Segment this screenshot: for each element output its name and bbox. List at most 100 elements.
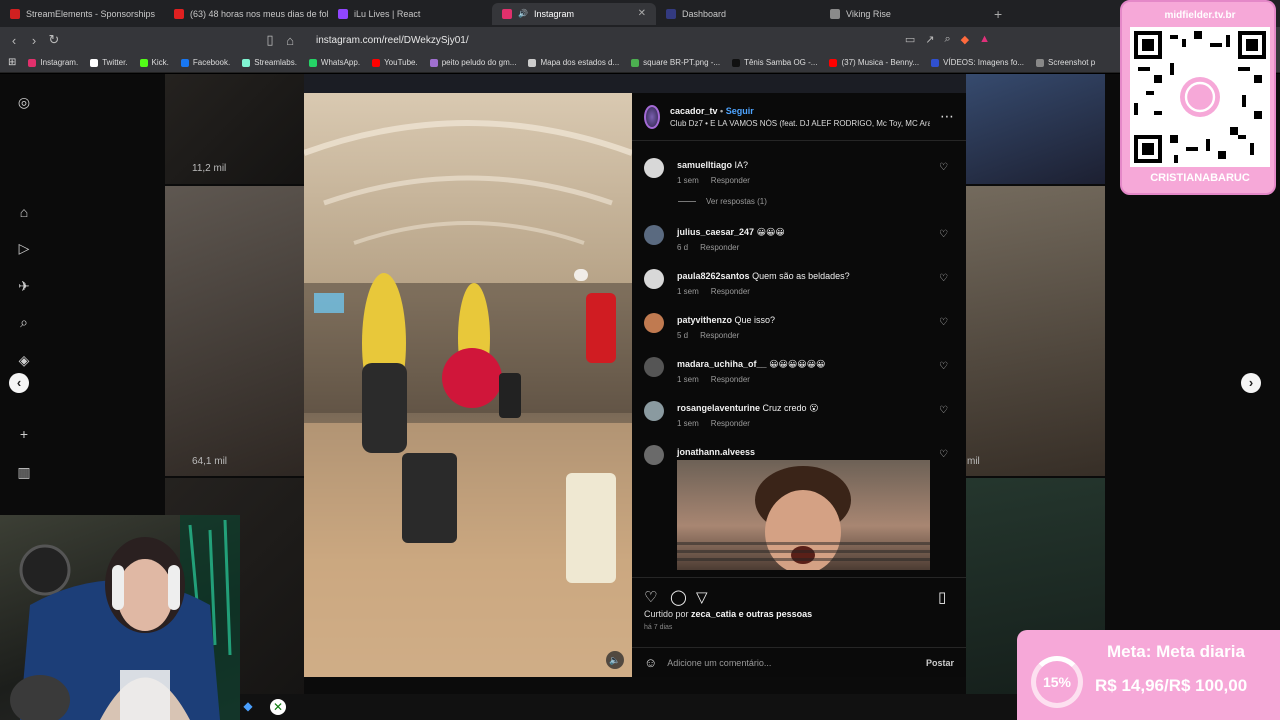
save-icon[interactable]: ▯ (938, 588, 946, 606)
browser-tab[interactable]: iLu Lives | React (328, 3, 492, 25)
share-icon[interactable]: ▽ (696, 588, 708, 606)
dashboard-icon[interactable]: ▥ (16, 464, 32, 480)
reel-video[interactable] (304, 93, 632, 677)
instagram-logo-icon[interactable]: ◎ (16, 94, 32, 110)
tab-title: Dashboard (682, 8, 727, 19)
next-reel-button[interactable]: › (1241, 373, 1261, 393)
explore-icon[interactable]: ◈ (16, 352, 32, 368)
like-icon[interactable]: ♡ (644, 588, 657, 606)
reel-view-count: 64,1 mil (192, 456, 228, 467)
new-tab-button[interactable]: + (984, 6, 1012, 22)
post-comment-button[interactable]: Postar (926, 658, 954, 668)
comment-username[interactable]: julius_caesar_247 (677, 227, 754, 237)
reply-button[interactable]: Responder (711, 375, 750, 384)
comment-username[interactable]: samuelltiago (677, 160, 732, 170)
url-field[interactable]: instagram.com/reel/DWekzySjy01/ (316, 35, 469, 46)
comment-text: 😀😀😀😀😀😀 (769, 359, 826, 369)
comment-username[interactable]: paula8262santos (677, 271, 750, 281)
reply-button[interactable]: Responder (700, 243, 739, 252)
like-comment-icon[interactable]: ♡ (939, 361, 948, 372)
messages-icon[interactable]: ✈ (16, 278, 32, 294)
reload-icon[interactable]: ↻ (44, 32, 64, 48)
browser-tab[interactable]: StreamElements - Sponsorships (0, 3, 164, 25)
comment-input[interactable]: Adicione um comentário... (667, 658, 771, 668)
avatar[interactable] (644, 445, 664, 465)
browser-tab[interactable]: Dashboard (656, 3, 820, 25)
search-icon[interactable]: ⌕ (16, 314, 32, 330)
liked-by-others[interactable]: e outras pessoas (739, 609, 813, 619)
avatar[interactable] (644, 269, 664, 289)
bookmark-item[interactable]: (37) Musica - Benny... (829, 58, 919, 67)
browser-tab[interactable]: (63) 48 horas nos meus dias de folga (164, 3, 328, 25)
bookmark-item[interactable]: square BR-PT.png -... (631, 58, 720, 67)
rewards-icon[interactable]: ▲ (979, 33, 990, 46)
reels-icon[interactable]: ▷ (16, 240, 32, 256)
tab-title: (63) 48 horas nos meus dias de folga (190, 8, 328, 19)
back-icon[interactable]: ‹ (4, 33, 24, 48)
site-info-icon[interactable]: ⌂ (280, 33, 300, 48)
bookmark-item[interactable]: Tênis Samba OG -... (732, 58, 817, 67)
cast-icon[interactable]: ▭ (905, 33, 915, 46)
browser-tab[interactable]: Viking Rise (820, 3, 984, 25)
more-options-icon[interactable]: ⋯ (940, 108, 954, 125)
xbox-icon[interactable]: ✕ (270, 699, 286, 715)
goal-value: R$ 14,96/R$ 100,00 (1095, 676, 1248, 695)
bookmark-item[interactable]: Streamlabs. (242, 58, 297, 67)
like-comment-icon[interactable]: ♡ (939, 162, 948, 173)
reply-button[interactable]: Responder (711, 419, 750, 428)
comment-username[interactable]: rosangelaventurine (677, 403, 760, 413)
create-icon[interactable]: + (16, 426, 32, 442)
comment-icon[interactable]: ◯ (670, 588, 687, 606)
bookmark-item[interactable]: WhatsApp. (308, 58, 360, 67)
like-comment-icon[interactable]: ♡ (939, 449, 948, 460)
bookmark-item[interactable]: VÍDEOS: Imagens fo... (931, 58, 1024, 67)
bookmark-item[interactable]: Facebook. (180, 58, 230, 67)
avatar[interactable] (644, 401, 664, 421)
webcam-overlay (0, 515, 240, 720)
author-avatar[interactable] (644, 104, 660, 129)
bookmark-item[interactable]: Instagram. (28, 58, 78, 67)
comment-gif-image[interactable] (677, 460, 930, 570)
like-comment-icon[interactable]: ♡ (939, 273, 948, 284)
share-icon[interactable]: ↗ (925, 33, 934, 46)
search-icon[interactable]: ⌕ (944, 33, 950, 46)
forward-icon[interactable]: › (24, 33, 44, 48)
brave-shield-icon[interactable]: ◆ (961, 33, 969, 46)
apps-icon[interactable]: ⊞ (8, 57, 16, 68)
reply-button[interactable]: Responder (700, 331, 739, 340)
video-scene-illustration (304, 120, 632, 677)
browser-tab-active[interactable]: 🔊 Instagram ✕ (492, 2, 656, 25)
avatar[interactable] (644, 158, 664, 178)
comment-username[interactable]: jonathann.alveess (677, 447, 755, 457)
like-comment-icon[interactable]: ♡ (939, 229, 948, 240)
author-username[interactable]: cacador_tv (670, 106, 718, 116)
bookmark-item[interactable]: Twitter. (90, 58, 128, 67)
bookmark-icon[interactable]: ▯ (260, 32, 280, 48)
bookmark-item[interactable]: Screenshot p (1036, 58, 1095, 67)
like-comment-icon[interactable]: ♡ (939, 317, 948, 328)
reply-button[interactable]: Responder (711, 287, 750, 296)
like-comment-icon[interactable]: ♡ (939, 405, 948, 416)
view-replies-button[interactable]: Ver respostas (1) (678, 197, 767, 206)
follow-button[interactable]: Seguir (726, 106, 754, 116)
liked-by-user[interactable]: zeca_catia (691, 609, 736, 619)
reply-button[interactable]: Responder (711, 176, 750, 185)
bookmark-item[interactable]: YouTube. (372, 58, 418, 67)
close-tab-icon[interactable]: ✕ (638, 8, 646, 19)
avatar[interactable] (644, 225, 664, 245)
tab-favicon-icon (174, 8, 184, 19)
comment-username[interactable]: madara_uchiha_of__ (677, 359, 767, 369)
avatar[interactable] (644, 357, 664, 377)
emoji-icon[interactable]: ☺ (644, 655, 657, 670)
audio-track[interactable]: Club Dz7 • E LA VAMOS NÓS (feat. DJ ALEF… (670, 119, 930, 128)
comment-username[interactable]: patyvithenzo (677, 315, 732, 325)
mute-toggle-icon[interactable]: 🔈 (606, 651, 624, 669)
bookmark-item[interactable]: peito peludo do gm... (429, 58, 516, 67)
bookmark-item[interactable]: Kick. (139, 58, 169, 67)
app-icon[interactable]: ◆ (240, 699, 256, 715)
previous-reel-button[interactable]: ‹ (9, 373, 29, 393)
home-icon[interactable]: ⌂ (16, 204, 32, 220)
gif-illustration (677, 466, 930, 570)
avatar[interactable] (644, 313, 664, 333)
bookmark-item[interactable]: Mapa dos estados d... (528, 58, 619, 67)
